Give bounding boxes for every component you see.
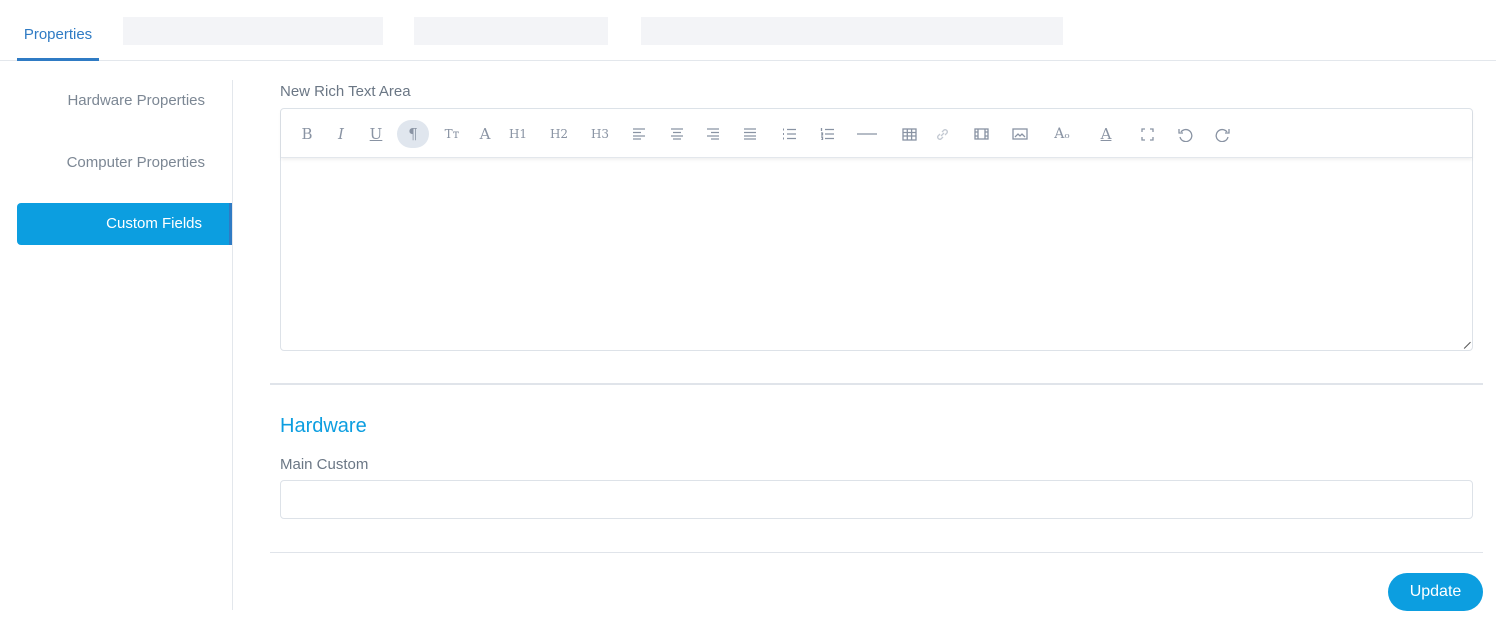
align-right-icon[interactable] — [697, 121, 729, 147]
bold-icon[interactable]: B — [291, 121, 323, 147]
table-icon[interactable] — [893, 121, 925, 147]
sidebar-item-hardware-properties[interactable]: Hardware Properties — [17, 80, 232, 122]
paragraph-icon[interactable]: ¶ — [397, 120, 429, 148]
divider — [270, 552, 1483, 553]
h1-icon[interactable]: H1 — [502, 121, 534, 147]
tab-bar: Properties — [0, 0, 1496, 61]
link-icon[interactable] — [926, 121, 958, 147]
redacted-tab[interactable] — [414, 17, 608, 45]
section-title: Hardware — [280, 415, 367, 437]
main-custom-label: Main Custom — [280, 456, 369, 473]
numbered-list-icon[interactable] — [811, 121, 843, 147]
undo-icon[interactable] — [1169, 121, 1201, 147]
sidebar-item-custom-fields[interactable]: Custom Fields — [17, 203, 232, 245]
clear-format-icon[interactable]: Aₒ — [1046, 121, 1078, 147]
fullscreen-icon[interactable] — [1131, 121, 1163, 147]
update-button[interactable]: Update — [1388, 573, 1483, 611]
h3-icon[interactable]: H3 — [584, 121, 616, 147]
align-center-icon[interactable] — [661, 121, 693, 147]
rich-text-content[interactable] — [281, 159, 1472, 350]
italic-icon[interactable]: I — [325, 121, 357, 147]
redo-icon[interactable] — [1207, 121, 1239, 147]
main-custom-input[interactable] — [280, 480, 1473, 519]
text-color-icon[interactable]: A — [1090, 121, 1122, 147]
align-left-icon[interactable] — [623, 121, 655, 147]
bullet-list-icon[interactable] — [773, 121, 805, 147]
divider — [270, 383, 1483, 385]
align-justify-icon[interactable] — [734, 121, 766, 147]
font-family-icon[interactable]: A — [469, 121, 501, 147]
image-icon[interactable] — [1004, 121, 1036, 147]
font-size-icon[interactable]: Tт — [436, 121, 468, 147]
horizontal-rule-icon[interactable] — [851, 121, 883, 147]
video-icon[interactable] — [965, 121, 997, 147]
rich-text-label: New Rich Text Area — [280, 83, 411, 100]
tab-properties[interactable]: Properties — [17, 26, 99, 61]
redacted-tab[interactable] — [641, 17, 1063, 45]
redacted-tab[interactable] — [123, 17, 383, 45]
editor-toolbar: B I U ¶ Tт A H1 H2 H3 Aₒ A — [281, 109, 1472, 158]
underline-icon[interactable]: U — [360, 121, 392, 147]
rich-text-editor[interactable]: B I U ¶ Tт A H1 H2 H3 Aₒ A — [280, 108, 1473, 351]
h2-icon[interactable]: H2 — [543, 121, 575, 147]
sidebar-item-computer-properties[interactable]: Computer Properties — [17, 142, 232, 184]
sidebar: Hardware Properties Computer Properties … — [0, 80, 233, 610]
